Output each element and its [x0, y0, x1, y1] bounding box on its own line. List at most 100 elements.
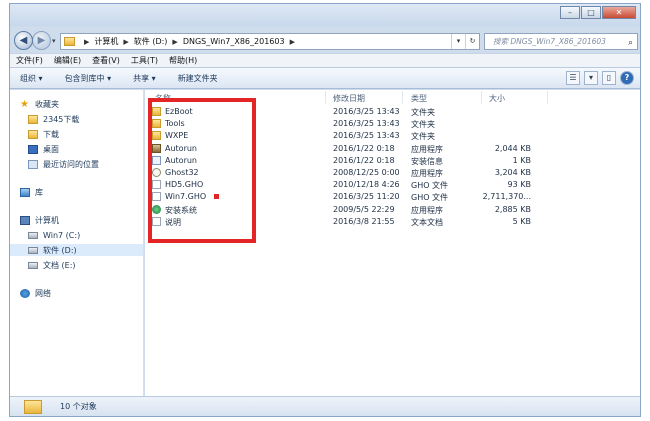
- sidebar-item-drive-c[interactable]: Win7 (C:): [10, 229, 143, 241]
- file-name: 安装系统: [165, 205, 197, 215]
- back-button[interactable]: ◀: [14, 31, 33, 50]
- address-controls: ▾ ↻: [451, 34, 479, 49]
- file-type: 应用程序: [411, 168, 443, 178]
- view-controls: ☰ ▾ ▯ ?: [562, 71, 634, 85]
- breadcrumb-arrow-icon[interactable]: ▶: [123, 38, 128, 46]
- file-type: 安装信息: [411, 156, 443, 166]
- sidebar-item-label: 桌面: [43, 144, 59, 154]
- menu-help[interactable]: 帮助(H): [169, 55, 197, 66]
- file-list: 名称 修改日期 类型 大小 EzBoot 2016/3/25 13:43 文件夹…: [145, 90, 640, 396]
- sidebar-item-desktop[interactable]: 桌面: [10, 143, 143, 155]
- menu-view[interactable]: 查看(V): [92, 55, 120, 66]
- forward-button[interactable]: ▶: [32, 31, 51, 50]
- search-input[interactable]: 搜索 DNGS_Win7_X86_201603 ⌕: [484, 33, 638, 50]
- sidebar-item-favorites[interactable]: ★ 收藏夹: [10, 98, 143, 110]
- file-date: 2016/1/22 0:18: [333, 155, 395, 165]
- file-date: 2016/3/8 21:55: [333, 216, 395, 226]
- preview-pane-icon[interactable]: ▯: [602, 71, 616, 85]
- ghost-app-icon: [152, 167, 161, 177]
- file-row[interactable]: Autorun 2016/1/22 0:18 安装信息 1 KB: [145, 155, 640, 167]
- address-dropdown-icon[interactable]: ▾: [451, 34, 465, 49]
- library-icon: [20, 187, 30, 197]
- sidebar-item-libraries[interactable]: 库: [10, 186, 143, 198]
- breadcrumb-arrow-icon[interactable]: ▶: [290, 38, 295, 46]
- sidebar-item-downloads[interactable]: 下载: [10, 128, 143, 140]
- column-header-date[interactable]: 修改日期: [333, 93, 365, 104]
- file-type: 应用程序: [411, 144, 443, 154]
- share-button[interactable]: 共享 ▾: [133, 73, 156, 84]
- file-row[interactable]: Tools 2016/3/25 13:43 文件夹: [145, 118, 640, 130]
- file-size: 93 KB: [507, 180, 531, 190]
- file-date: 2016/3/25 13:43: [333, 131, 400, 141]
- close-button[interactable]: ✕: [602, 6, 636, 19]
- organize-button[interactable]: 组织 ▾: [20, 73, 43, 84]
- breadcrumb-arrow-icon[interactable]: ▶: [172, 38, 177, 46]
- desktop-icon: [28, 144, 38, 154]
- column-header-type[interactable]: 类型: [411, 93, 427, 104]
- title-bar[interactable]: – □ ✕: [10, 4, 640, 26]
- file-name: EzBoot: [165, 107, 193, 116]
- annotation-marker: [214, 194, 219, 199]
- new-folder-button[interactable]: 新建文件夹: [178, 73, 218, 84]
- file-row[interactable]: WXPE 2016/3/25 13:43 文件夹: [145, 130, 640, 142]
- sidebar-item-computer[interactable]: 计算机: [10, 214, 143, 226]
- change-view-icon[interactable]: ☰: [566, 71, 580, 85]
- menu-tools[interactable]: 工具(T): [131, 55, 158, 66]
- sidebar-item-label: 下载: [43, 129, 59, 139]
- search-icon[interactable]: ⌕: [628, 36, 633, 51]
- column-divider[interactable]: [325, 91, 326, 104]
- column-header-name[interactable]: 名称: [155, 93, 171, 104]
- file-row[interactable]: EzBoot 2016/3/25 13:43 文件夹: [145, 106, 640, 118]
- file-date: 2016/3/25 11:20: [333, 192, 400, 202]
- help-icon[interactable]: ?: [620, 71, 634, 85]
- drive-icon: [28, 246, 38, 254]
- sidebar-item-drive-e[interactable]: 文档 (E:): [10, 259, 143, 271]
- file-row[interactable]: Win7.GHO 2016/3/25 11:20 GHO 文件 2,711,37…: [145, 191, 640, 203]
- column-divider[interactable]: [481, 91, 482, 104]
- file-row[interactable]: HD5.GHO 2010/12/18 4:26 GHO 文件 93 KB: [145, 179, 640, 191]
- file-row[interactable]: 说明 2016/3/8 21:55 文本文档 5 KB: [145, 216, 640, 228]
- maximize-icon: □: [587, 8, 595, 17]
- setup-app-icon: [152, 204, 161, 214]
- folder-icon: [64, 37, 75, 46]
- sidebar-item-network[interactable]: 网络: [10, 287, 143, 299]
- file-row[interactable]: 安装系统 2009/5/5 22:29 应用程序 2,885 KB: [145, 204, 640, 216]
- maximize-button[interactable]: □: [581, 6, 601, 19]
- breadcrumb-current-folder[interactable]: DNGS_Win7_X86_201603: [183, 37, 285, 46]
- address-bar[interactable]: ▶ 计算机 ▶ 软件 (D:) ▶ DNGS_Win7_X86_201603 ▶…: [60, 33, 480, 50]
- file-size: 2,885 KB: [494, 204, 531, 214]
- folder-icon: [152, 131, 161, 141]
- explorer-window: – □ ✕ ◀ ▶ ▾ ▶ 计算机 ▶ 软件 (D:) ▶ DNGS_Win7_…: [9, 3, 641, 417]
- file-date: 2016/3/25 13:43: [333, 119, 400, 129]
- sidebar-item-2345-downloads[interactable]: 2345下载: [10, 113, 143, 125]
- file-date: 2016/1/22 0:18: [333, 143, 395, 153]
- include-in-library-button[interactable]: 包含到库中 ▾: [65, 73, 112, 84]
- minimize-icon: –: [568, 8, 572, 17]
- view-dropdown-icon[interactable]: ▾: [584, 71, 598, 85]
- sidebar-item-label: 收藏夹: [35, 99, 59, 109]
- minimize-button[interactable]: –: [560, 6, 580, 19]
- breadcrumb-drive-d[interactable]: 软件 (D:): [134, 36, 168, 47]
- column-divider[interactable]: [547, 91, 548, 104]
- sidebar-item-drive-d[interactable]: 软件 (D:): [10, 244, 143, 256]
- refresh-icon[interactable]: ↻: [465, 34, 479, 49]
- navigation-pane: ★ 收藏夹 2345下载 下载 桌面 最近访问的位置 库 计算机 Win7 (C…: [10, 90, 144, 396]
- menu-file[interactable]: 文件(F): [16, 55, 43, 66]
- close-icon: ✕: [615, 8, 623, 17]
- file-name: HD5.GHO: [165, 180, 204, 190]
- recent-pages-dropdown[interactable]: ▾: [52, 37, 56, 45]
- file-size: 1 KB: [512, 155, 531, 165]
- column-divider[interactable]: [402, 91, 403, 104]
- forward-arrow-icon: ▶: [37, 35, 46, 46]
- column-header-size[interactable]: 大小: [489, 93, 505, 104]
- file-row[interactable]: Ghost32 2008/12/25 0:00 应用程序 3,204 KB: [145, 167, 640, 179]
- sidebar-item-recent-places[interactable]: 最近访问的位置: [10, 158, 143, 170]
- autorun-app-icon: [152, 143, 161, 153]
- setup-info-icon: [152, 155, 161, 165]
- file-row[interactable]: Autorun 2016/1/22 0:18 应用程序 2,044 KB: [145, 143, 640, 155]
- sidebar-item-label: 计算机: [35, 215, 59, 225]
- breadcrumb-arrow-icon[interactable]: ▶: [84, 38, 89, 46]
- sidebar-item-label: 软件 (D:): [43, 245, 77, 255]
- breadcrumb-computer[interactable]: 计算机: [94, 36, 118, 47]
- menu-edit[interactable]: 编辑(E): [54, 55, 81, 66]
